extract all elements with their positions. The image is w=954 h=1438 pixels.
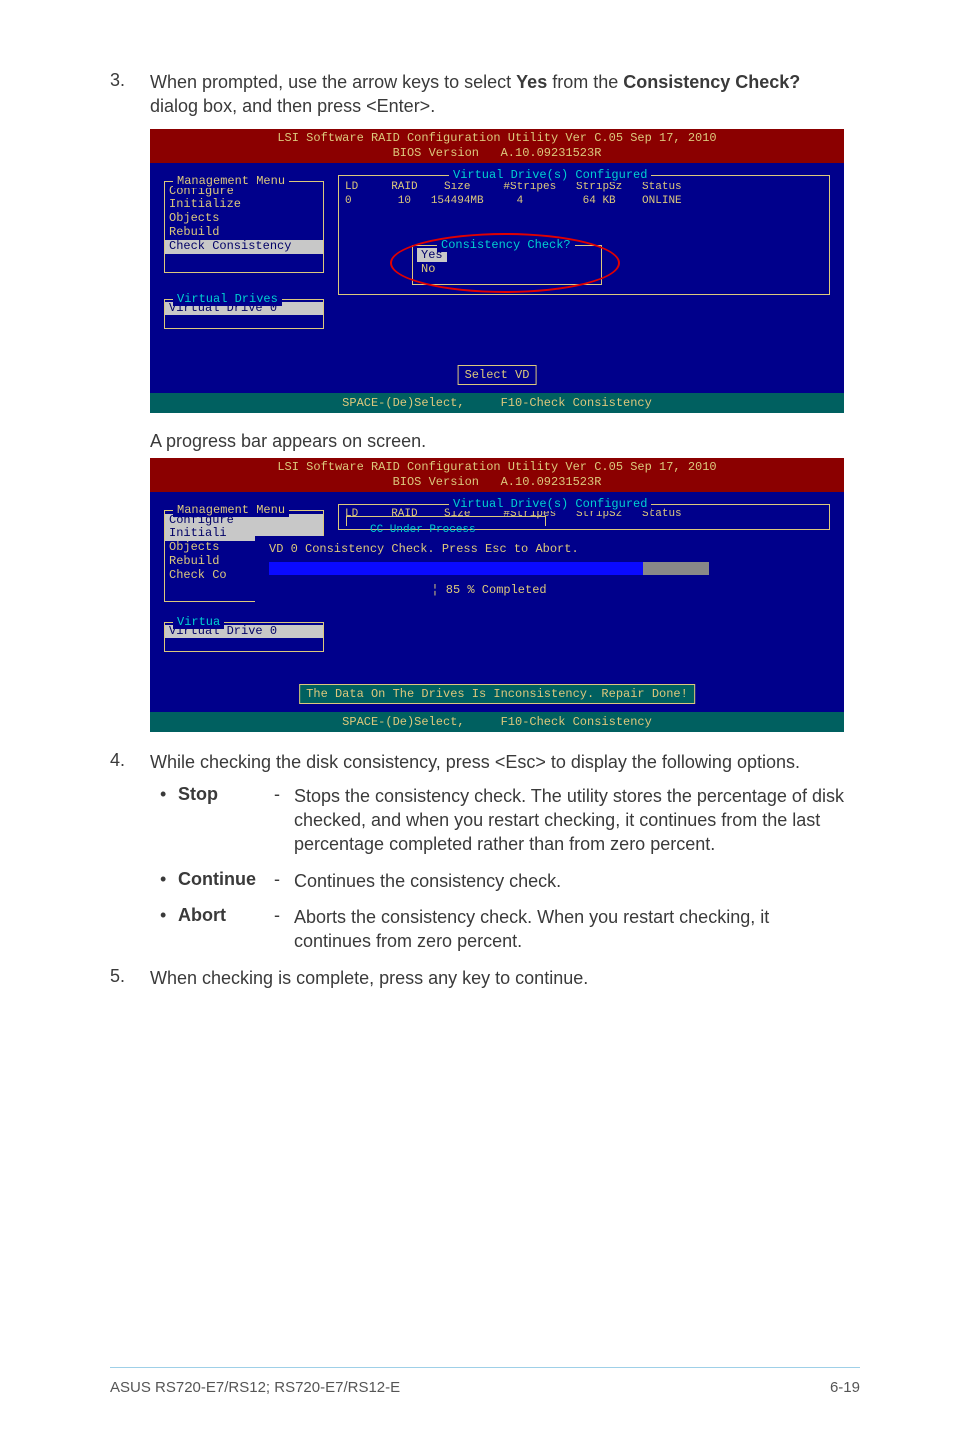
- bullet-icon: •: [160, 869, 178, 890]
- step3-yes: Yes: [516, 72, 547, 92]
- virtual-drives-box: Virtual Drives Virtual Drive 0: [164, 299, 324, 329]
- bios2-header: LSI Software RAID Configuration Utility …: [150, 458, 844, 492]
- bios2-body: Management Menu Configure Initiali Objec…: [150, 492, 844, 712]
- menu-rebuild[interactable]: Rebuild: [165, 226, 323, 240]
- option-stop: • Stop - Stops the consistency check. Th…: [160, 784, 844, 857]
- virtual-drives-legend-2: Virtua: [173, 615, 224, 629]
- option-abort-desc: Aborts the consistency check. When you r…: [294, 905, 844, 954]
- dash-icon: -: [274, 869, 294, 890]
- progress-bar-fill: [269, 562, 643, 575]
- step-3: 3. When prompted, use the arrow keys to …: [110, 70, 844, 119]
- progress-text: VD 0 Consistency Check. Press Esc to Abo…: [255, 536, 723, 560]
- option-abort: • Abort - Aborts the consistency check. …: [160, 905, 844, 954]
- bios1-header: LSI Software RAID Configuration Utility …: [150, 129, 844, 163]
- option-continue-term: Continue: [178, 869, 274, 890]
- step-4-options: • Stop - Stops the consistency check. Th…: [160, 784, 844, 954]
- configured-legend: Virtual Drive(s) Configured: [449, 168, 651, 182]
- bios2-h2: BIOS Version A.10.09231523R: [393, 475, 602, 489]
- bios1-body: Management Menu Configure Initialize Obj…: [150, 163, 844, 393]
- step-4-text: While checking the disk consistency, pre…: [150, 750, 844, 774]
- progress-bar: [269, 562, 709, 575]
- option-stop-term: Stop: [178, 784, 274, 805]
- bios2-h1: LSI Software RAID Configuration Utility …: [277, 460, 716, 474]
- page-footer: ASUS RS720-E7/RS12; RS720-E7/RS12-E 6-19: [110, 1379, 860, 1396]
- bios2-footer: SPACE-(De)Select, F10-Check Consistency: [150, 712, 844, 732]
- bios-screenshot-1: LSI Software RAID Configuration Utility …: [150, 129, 844, 413]
- management-menu-legend-2: Management Menu: [173, 503, 289, 517]
- cfg-row-0: 0 10 154494MB 4 64 KB ONLINE: [339, 194, 829, 208]
- virtual-drives-box-2: Virtua Virtual Drive 0: [164, 622, 324, 652]
- step3-cc: Consistency Check?: [623, 72, 800, 92]
- menu-initialize[interactable]: Initialize: [165, 198, 323, 212]
- select-vd-hint: Select VD: [458, 365, 537, 385]
- footer-page-number: 6-19: [830, 1379, 860, 1396]
- management-menu-box: Management Menu Configure Initialize Obj…: [164, 181, 324, 273]
- cc-under-process-label: CC Under Process: [370, 524, 476, 536]
- cc-option-no[interactable]: No: [417, 262, 601, 276]
- step3-c: dialog box, and then press <Enter>.: [150, 96, 435, 116]
- step-5-number: 5.: [110, 966, 150, 990]
- progress-percent: ¦ 85 % Completed: [255, 577, 723, 597]
- bullet-icon: •: [160, 784, 178, 805]
- option-stop-desc: Stops the consistency check. The utility…: [294, 784, 844, 857]
- option-continue-desc: Continues the consistency check.: [294, 869, 844, 893]
- step-5: 5. When checking is complete, press any …: [110, 966, 844, 990]
- footer-rule: [110, 1367, 860, 1368]
- menu-check-consistency[interactable]: Check Consistency: [165, 240, 323, 254]
- step-3-number: 3.: [110, 70, 150, 119]
- step3-b: from the: [547, 72, 623, 92]
- step-5-text: When checking is complete, press any key…: [150, 966, 844, 990]
- bios1-h2: BIOS Version A.10.09231523R: [393, 146, 602, 160]
- bios1-footer: SPACE-(De)Select, F10-Check Consistency: [150, 393, 844, 413]
- configured-legend-2: Virtual Drive(s) Configured: [449, 497, 651, 511]
- progress-caption: A progress bar appears on screen.: [150, 431, 844, 452]
- virtual-drives-legend: Virtual Drives: [173, 292, 282, 306]
- dash-icon: -: [274, 905, 294, 926]
- footer-product: ASUS RS720-E7/RS12; RS720-E7/RS12-E: [110, 1379, 400, 1396]
- step-4-number: 4.: [110, 750, 150, 774]
- bullet-icon: •: [160, 905, 178, 926]
- option-abort-term: Abort: [178, 905, 274, 926]
- option-continue: • Continue - Continues the consistency c…: [160, 869, 844, 893]
- menu-objects[interactable]: Objects: [165, 212, 323, 226]
- step3-a: When prompted, use the arrow keys to sel…: [150, 72, 516, 92]
- consistency-check-dialog: Consistency Check? Yes No: [412, 245, 602, 285]
- cfg-columns: LD RAID Size #Stripes StripSz Status: [339, 180, 829, 194]
- cc-legend: Consistency Check?: [437, 238, 575, 252]
- step-3-text: When prompted, use the arrow keys to sel…: [150, 70, 844, 119]
- management-menu-legend: Management Menu: [173, 174, 289, 188]
- bios-screenshot-2: LSI Software RAID Configuration Utility …: [150, 458, 844, 732]
- dash-icon: -: [274, 784, 294, 805]
- repair-done-message: The Data On The Drives Is Inconsistency.…: [299, 684, 695, 704]
- progress-dialog: VD 0 Consistency Check. Press Esc to Abo…: [255, 536, 723, 612]
- step-4: 4. While checking the disk consistency, …: [110, 750, 844, 774]
- bios1-h1: LSI Software RAID Configuration Utility …: [277, 131, 716, 145]
